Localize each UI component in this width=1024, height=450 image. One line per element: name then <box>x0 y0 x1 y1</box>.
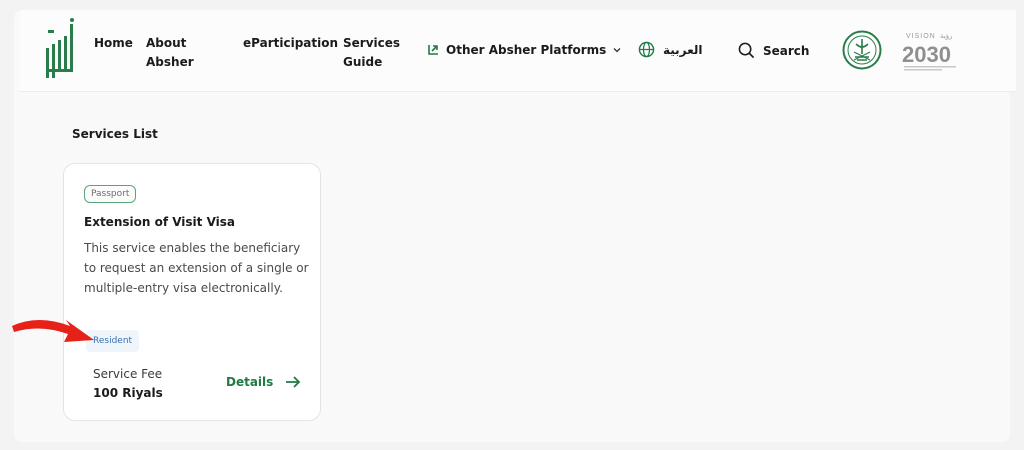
other-platforms-dropdown[interactable]: Other Absher Platforms <box>426 43 622 57</box>
globe-icon <box>638 41 655 58</box>
nav-services-guide[interactable]: Services Guide <box>343 34 407 72</box>
arrow-right-icon <box>286 376 301 388</box>
nav-about-absher[interactable]: About Absher <box>146 34 216 72</box>
service-card[interactable]: Passport Extension of Visit Visa This se… <box>63 163 321 421</box>
annotation-arrow-icon <box>12 320 94 342</box>
details-label: Details <box>226 375 274 389</box>
ministry-emblem-icon <box>842 30 882 70</box>
nav-eparticipation[interactable]: eParticipation <box>243 34 338 53</box>
search-label: Search <box>763 43 810 58</box>
search-icon <box>738 42 755 59</box>
language-label: العربية <box>663 42 703 57</box>
platforms-icon <box>428 45 438 55</box>
absher-logo[interactable] <box>42 18 76 80</box>
details-link[interactable]: Details <box>226 375 301 389</box>
service-title: Extension of Visit Visa <box>84 215 236 229</box>
section-title: Services List <box>72 127 158 141</box>
site-header: Home About Absher eParticipation Service… <box>20 10 1016 92</box>
platforms-label: Other Absher Platforms <box>446 43 607 57</box>
fee-label: Service Fee <box>93 367 163 381</box>
svg-text:2030: 2030 <box>902 42 951 67</box>
search-button[interactable]: Search <box>738 42 809 59</box>
svg-text:رؤية: رؤية <box>940 32 952 40</box>
vision-2030-logo: VISION رؤية 2030 <box>902 32 956 71</box>
language-switch[interactable]: العربية <box>638 41 703 58</box>
category-tag: Passport <box>84 185 137 203</box>
svg-text:VISION: VISION <box>906 33 936 40</box>
chevron-down-icon <box>613 48 621 53</box>
service-description: This service enables the beneficiary to … <box>84 241 309 295</box>
fee-value: 100 Riyals <box>93 386 163 400</box>
nav-home[interactable]: Home <box>94 34 133 53</box>
